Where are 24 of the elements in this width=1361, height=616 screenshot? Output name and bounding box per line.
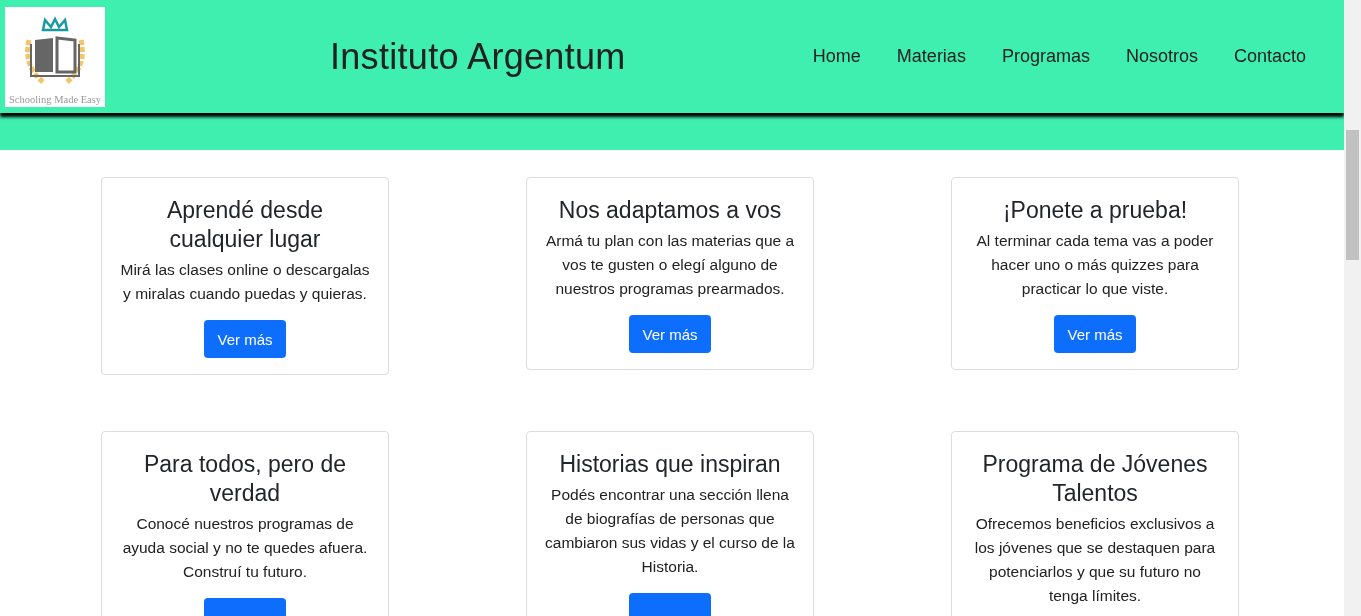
card-title: Historias que inspiran bbox=[558, 450, 782, 479]
card-text: Armá tu plan con las materias que a vos te gusten o elegí alguno de nuestros programas prearmados. bbox=[544, 231, 796, 299]
scrollbar[interactable] bbox=[1344, 0, 1361, 616]
logo-caption: Schooling Made Easy bbox=[8, 93, 102, 105]
card-text: Podés encontrar una sección llena de biografías de personas que cambiaron sus vidas y el curso de la Historia. bbox=[544, 485, 796, 577]
nav-link[interactable]: Programas bbox=[1001, 46, 1090, 67]
card-text: Mirá las clases online o descargalas y miralas cuando puedas y quieras. bbox=[119, 260, 371, 304]
scrollbar-thumb[interactable] bbox=[1346, 130, 1359, 260]
more-button[interactable]: Ver más bbox=[1054, 315, 1136, 353]
card-title: ¡Ponete a prueba! bbox=[1001, 196, 1189, 225]
card-title: Nos adaptamos a vos bbox=[557, 196, 783, 225]
card-text: Conocé nuestros programas de ayuda social y no te quedes afuera. Construí tu futuro. bbox=[121, 514, 369, 582]
more-button[interactable]: Ver más bbox=[204, 320, 286, 358]
more-button[interactable]: Ver más bbox=[629, 315, 711, 353]
nav-link[interactable]: Contacto bbox=[1233, 46, 1306, 67]
nav-link[interactable]: Home bbox=[812, 46, 861, 67]
site-title: Instituto Argentum bbox=[330, 35, 626, 78]
card-text: Al terminar cada tema vas a poder hacer uno o más quizzes para practicar lo que viste. bbox=[975, 231, 1215, 299]
card-title: Programa de Jóvenes Talentos bbox=[981, 450, 1209, 508]
card-title: Para todos, pero de verdad bbox=[143, 450, 347, 508]
card-title: Aprendé desde cualquier lugar bbox=[166, 196, 324, 254]
nav-link[interactable]: Nosotros bbox=[1125, 46, 1198, 67]
nav-link[interactable]: Materias bbox=[896, 46, 966, 67]
card-text: Ofrecemos beneficios exclusivos a los jóvenes que se destaquen para potenciarlos y que su futuro no tenga límites. bbox=[973, 514, 1217, 606]
